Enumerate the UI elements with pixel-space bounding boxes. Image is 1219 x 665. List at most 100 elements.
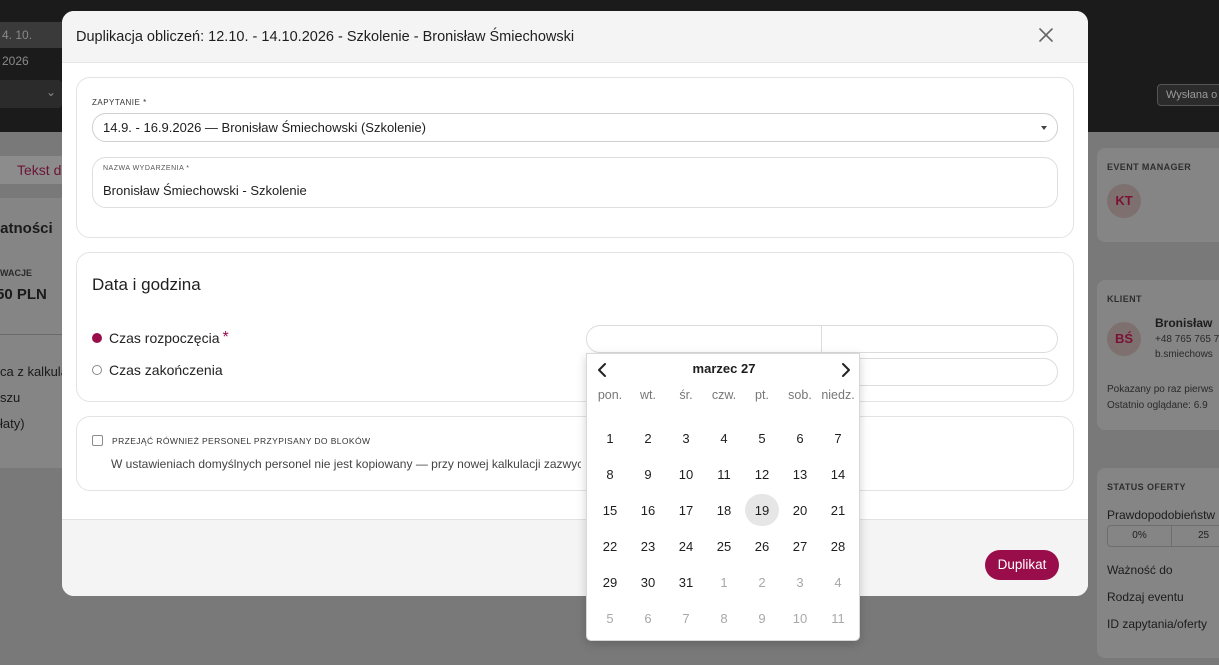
inquiry-label: Zapytanie * [92, 98, 147, 107]
avatar: BŚ [1107, 322, 1141, 356]
duplicate-calculation-dialog: Duplikacja obliczeń: 12.10. - 14.10.2026… [62, 11, 1088, 596]
datetime-heading: Data i godzina [92, 275, 201, 294]
weekday-label: czw. [711, 388, 737, 402]
calendar-day[interactable]: 28 [819, 528, 857, 564]
payments-heading: łatności [0, 220, 53, 237]
client-email: b.smiechows [1155, 349, 1213, 360]
chevron-right-icon [842, 363, 850, 377]
offer-status-label: STATUS OFERTY [1107, 482, 1186, 492]
topbar-select: ⌄ [0, 80, 62, 108]
calendar-day[interactable]: 26 [743, 528, 781, 564]
calendar-day[interactable]: 11 [819, 600, 857, 636]
event-type-label: Rodzaj eventu [1107, 590, 1184, 604]
calendar-day-number: 11 [717, 466, 731, 482]
calendar-day[interactable]: 6 [781, 420, 819, 456]
calendar-day-number: 7 [682, 610, 690, 626]
caret-down-icon [1041, 126, 1047, 130]
calendar-day-number: 24 [678, 538, 694, 554]
calendar-day[interactable]: 7 [819, 420, 857, 456]
weekday-label: pon. [597, 388, 623, 402]
calendar-day-number: 1 [720, 574, 728, 590]
calendar-day-number: 16 [640, 502, 656, 518]
calendar-day[interactable]: 4 [705, 420, 743, 456]
calendar-day[interactable]: 3 [781, 564, 819, 600]
calendar-day-number: 21 [830, 502, 846, 518]
next-month-button[interactable] [835, 360, 855, 380]
event-manager-label: EVENT MANAGER [1107, 162, 1192, 172]
calendar-day[interactable]: 17 [667, 492, 705, 528]
calendar-day[interactable]: 29 [591, 564, 629, 600]
calendar-day[interactable]: 13 [781, 456, 819, 492]
calendar-day[interactable]: 11 [705, 456, 743, 492]
calendar-day-number: 8 [606, 466, 614, 482]
valid-until-label: Ważność do [1107, 563, 1173, 577]
probability-label: Prawdopodobieństw [1107, 508, 1216, 522]
calendar-day[interactable]: 19 [743, 492, 781, 528]
calendar-day[interactable]: 27 [781, 528, 819, 564]
calendar-day[interactable]: 14 [819, 456, 857, 492]
start-date-input[interactable] [586, 325, 822, 353]
close-button[interactable] [1035, 24, 1057, 46]
inquiry-select[interactable]: 14.9. - 16.9.2026 — Bronisław Śmiechowsk… [92, 113, 1058, 142]
payments-row: ca z kalkula [0, 364, 68, 379]
calendar-day[interactable]: 2 [629, 420, 667, 456]
calendar-day-number: 19 [745, 494, 779, 526]
payments-row: łaty) [0, 416, 25, 431]
calendar-day[interactable]: 22 [591, 528, 629, 564]
calendar-day[interactable]: 4 [819, 564, 857, 600]
event-name-value: Bronisław Śmiechowski - Szkolenie [103, 183, 307, 198]
calendar-day[interactable]: 5 [743, 420, 781, 456]
calendar-day-number: 20 [792, 502, 808, 518]
event-name-field[interactable]: Nazwa wydarzenia * Bronisław Śmiechowski… [92, 157, 1058, 208]
calendar-day[interactable]: 7 [667, 600, 705, 636]
calendar-day[interactable]: 18 [705, 492, 743, 528]
calendar-day[interactable]: 25 [705, 528, 743, 564]
calendar-day[interactable]: 31 [667, 564, 705, 600]
start-time-option[interactable]: Czas rozpoczęcia * [92, 329, 229, 347]
dialog-header: Duplikacja obliczeń: 12.10. - 14.10.2026… [62, 11, 1088, 63]
calendar-day[interactable]: 15 [591, 492, 629, 528]
start-time-input[interactable] [822, 325, 1058, 353]
calendar-day[interactable]: 16 [629, 492, 667, 528]
weekday-header: pon. wt. śr. czw. pt. sob. niedz. [588, 388, 860, 402]
calendar-day[interactable]: 21 [819, 492, 857, 528]
calendar-day[interactable]: 9 [629, 456, 667, 492]
calendar-day[interactable]: 10 [781, 600, 819, 636]
calendar-day-number: 7 [834, 430, 842, 446]
start-time-label: Czas rozpoczęcia [109, 330, 220, 346]
calendar-day[interactable]: 1 [705, 564, 743, 600]
calendar-day[interactable]: 24 [667, 528, 705, 564]
calendar-day[interactable]: 20 [781, 492, 819, 528]
calendar-day-number: 4 [834, 574, 842, 590]
calendar-day-number: 14 [830, 466, 846, 482]
calendar-day[interactable]: 5 [591, 600, 629, 636]
calendar-day[interactable]: 8 [705, 600, 743, 636]
calendar-day[interactable]: 10 [667, 456, 705, 492]
calendar-day-number: 1 [606, 430, 614, 446]
client-last-viewed: Ostatnio oglądane: 6.9 [1107, 400, 1208, 411]
client-first-shown: Pokazany po raz pierws [1107, 384, 1214, 395]
duplicate-button[interactable]: Duplikat [985, 550, 1059, 580]
calendar-day[interactable]: 2 [743, 564, 781, 600]
calendar-day[interactable]: 8 [591, 456, 629, 492]
month-label: marzec 27 [692, 361, 756, 376]
calendar-day[interactable]: 12 [743, 456, 781, 492]
dialog-body: Zapytanie * 14.9. - 16.9.2026 — Bronisła… [62, 63, 1088, 519]
avatar: KT [1107, 184, 1141, 218]
payments-amount: 50 PLN [0, 286, 47, 303]
calendar-day[interactable]: 23 [629, 528, 667, 564]
calendar-day-number: 10 [792, 610, 808, 626]
calendar-day[interactable]: 6 [629, 600, 667, 636]
copy-staff-checkbox[interactable] [92, 435, 103, 446]
calendar-day-number: 3 [796, 574, 804, 590]
payments-small-label: WACJE [0, 268, 33, 278]
end-time-option[interactable]: Czas zakończenia [92, 361, 223, 379]
client-label: KLIENT [1107, 294, 1142, 304]
calendar-day[interactable]: 3 [667, 420, 705, 456]
status-chip: Wysłana o [1157, 84, 1219, 106]
weekday-label: sob. [788, 388, 812, 402]
chevron-down-icon: ⌄ [45, 85, 56, 99]
calendar-day[interactable]: 1 [591, 420, 629, 456]
calendar-day[interactable]: 30 [629, 564, 667, 600]
calendar-day[interactable]: 9 [743, 600, 781, 636]
